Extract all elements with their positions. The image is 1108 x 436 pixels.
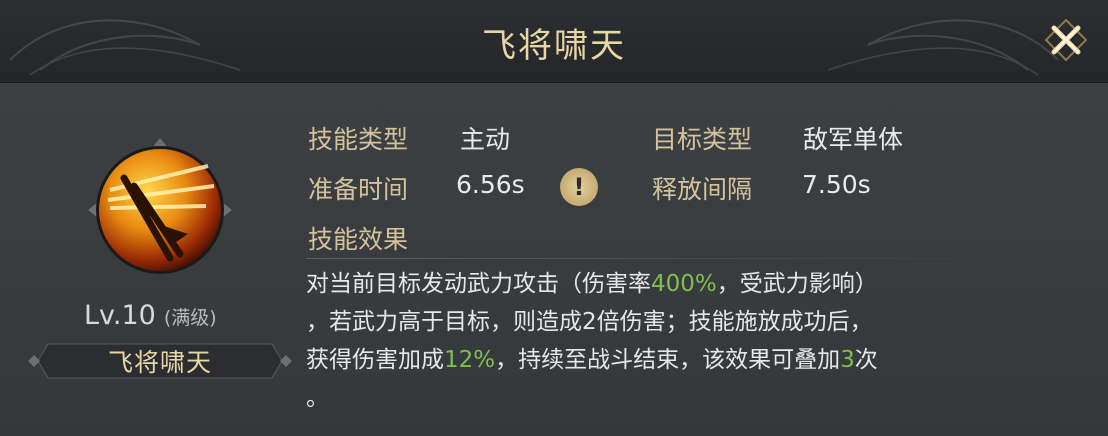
target-type-value: 敌军单体: [803, 125, 904, 154]
level-max-text: (满级): [163, 307, 217, 329]
effect-text: ，若武力高于目标，则造成2倍伤害；技能施放成功后，: [306, 309, 873, 335]
header-bar: 飞将啸天: [0, 0, 1108, 83]
effect-text: 。: [306, 385, 329, 411]
damage-rate-value: 400%: [651, 271, 717, 297]
stack-count-value: 3: [840, 347, 855, 373]
target-type-label: 目标类型: [652, 125, 753, 154]
skill-effect-label: 技能效果: [308, 225, 409, 254]
effect-text: ，持续至战斗结束，该效果可叠加: [495, 347, 841, 373]
skill-name: 飞将啸天: [107, 348, 212, 377]
prep-time-value: 6.56s: [456, 170, 525, 199]
release-interval-label: 释放间隔: [652, 175, 753, 204]
damage-bonus-value: 12%: [444, 347, 496, 373]
effect-text: 次: [854, 347, 878, 373]
effect-text: 对当前目标发动武力攻击（伤害率: [306, 271, 651, 297]
level-text: Lv.10: [84, 300, 156, 331]
effect-text: 获得伤害加成: [306, 347, 444, 373]
effect-text: ，受武力影响）: [716, 271, 878, 297]
prep-time-label: 准备时间: [308, 175, 409, 204]
skill-effect-description: 对当前目标发动武力攻击（伤害率400%，受武力影响） ，若武力高于目标，则造成2倍…: [306, 265, 1031, 417]
skill-level: Lv.10 (满级): [84, 300, 217, 331]
skill-type-label: 技能类型: [308, 125, 409, 154]
skill-type-value: 主动: [460, 125, 511, 154]
release-interval-value: 7.50s: [802, 170, 871, 199]
divider: [306, 258, 1026, 259]
close-icon[interactable]: [1042, 16, 1090, 64]
exclamation-icon[interactable]: !: [560, 168, 598, 206]
page-title: 飞将啸天: [482, 26, 626, 66]
spear-burst-icon: [88, 138, 232, 274]
